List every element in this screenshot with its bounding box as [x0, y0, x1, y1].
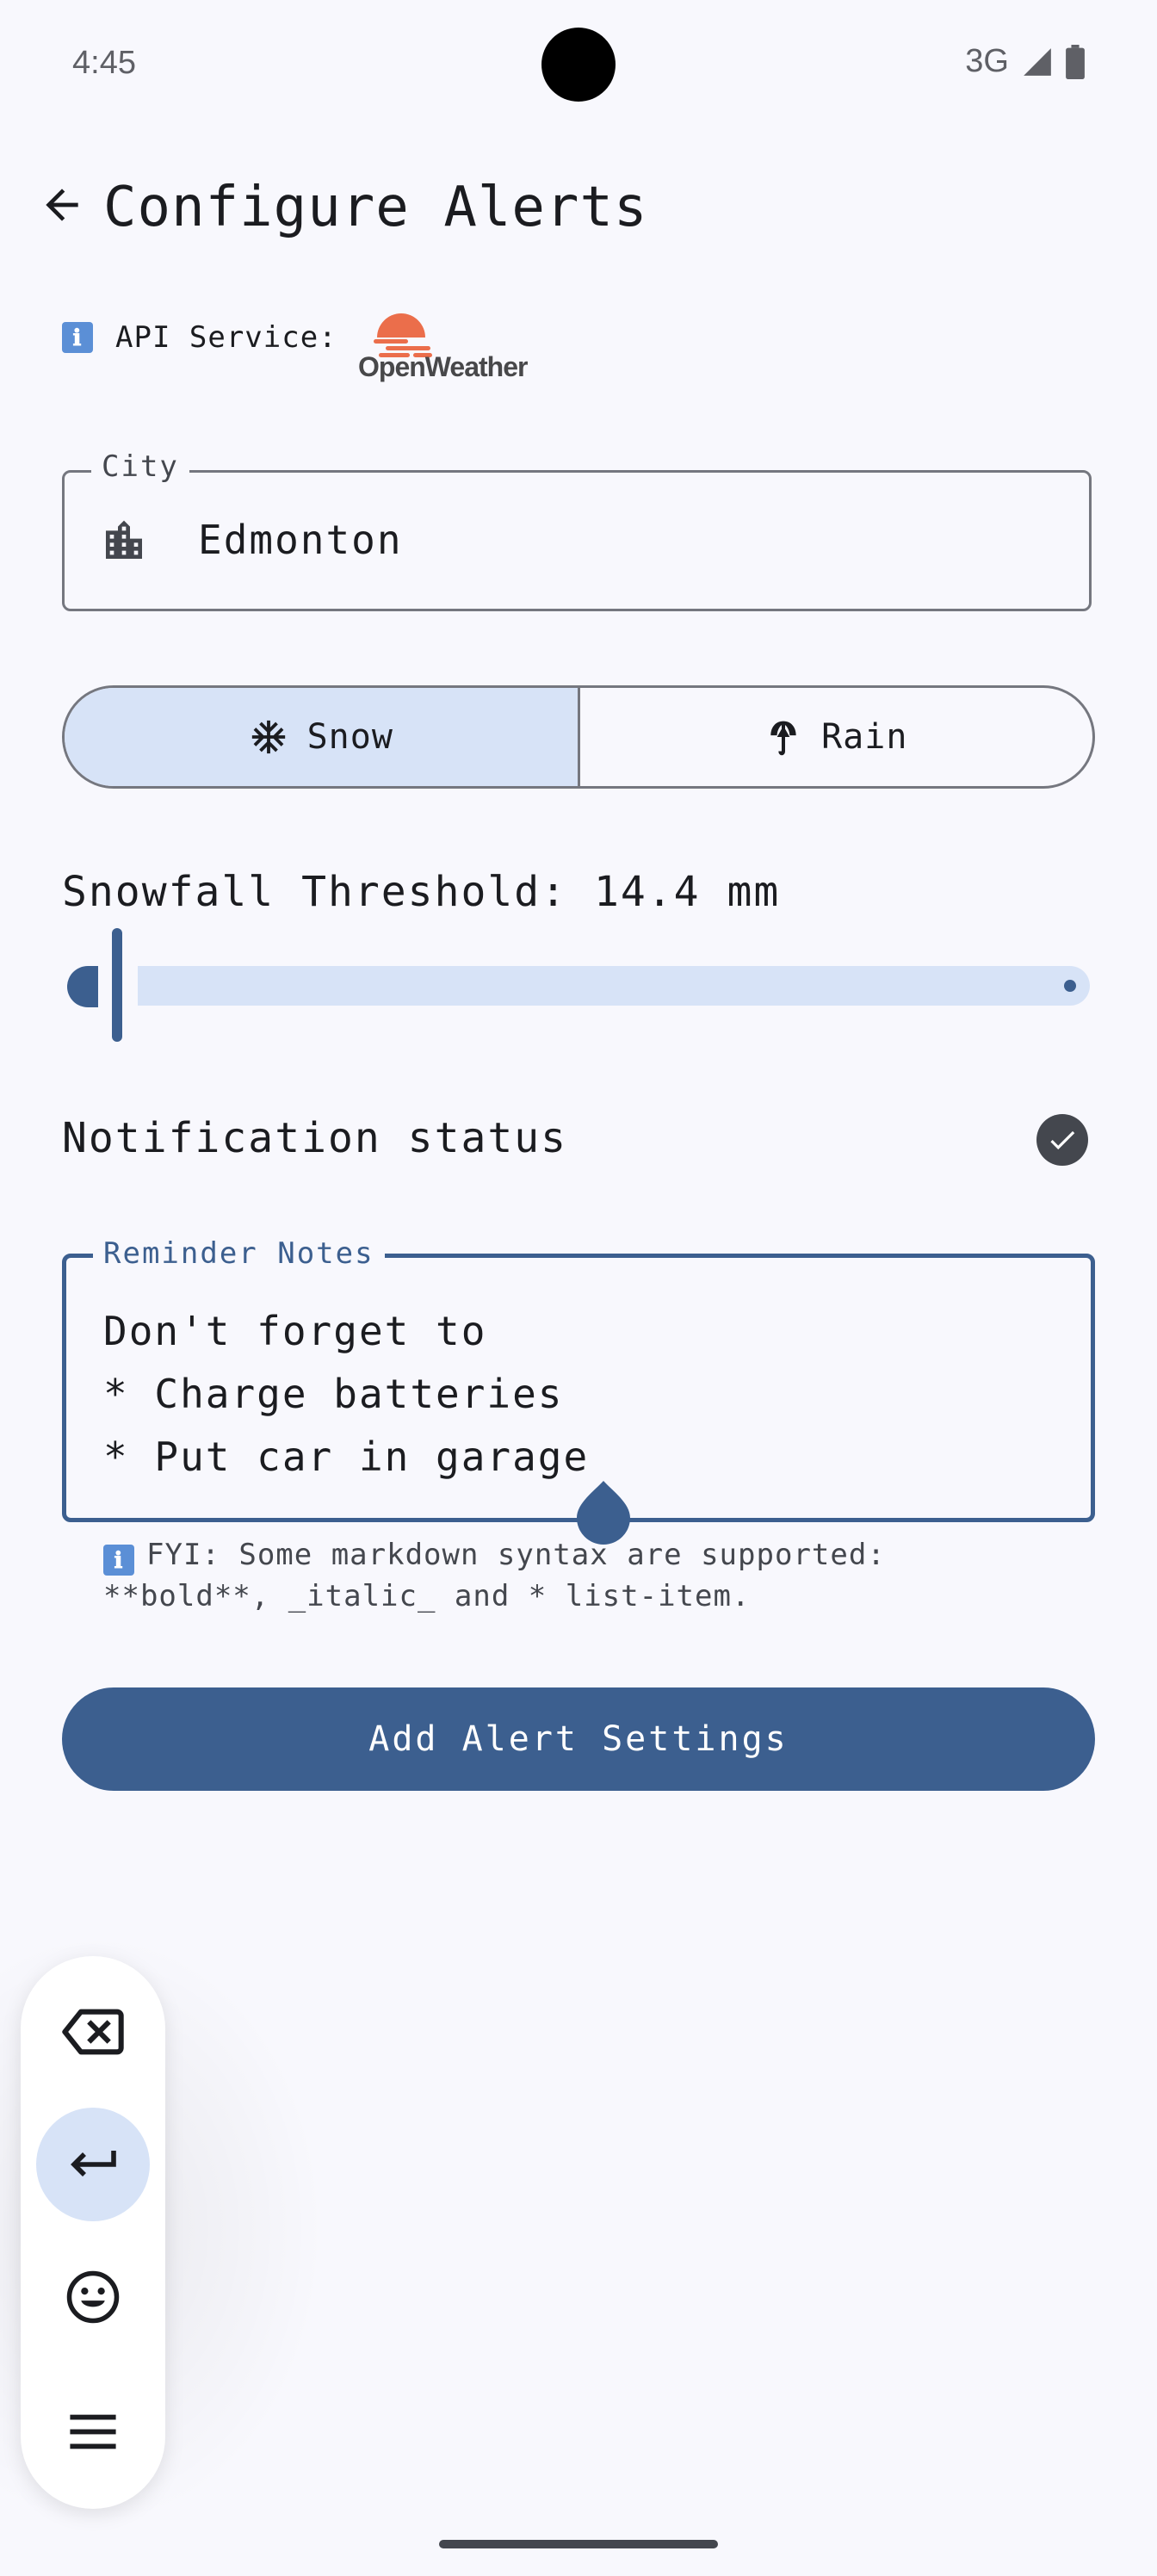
info-icon: ℹ — [103, 1545, 134, 1576]
menu-icon — [70, 2414, 116, 2449]
threshold-label: Snowfall Threshold: 14.4 mm — [62, 868, 781, 916]
checkmark-icon — [1050, 1130, 1075, 1150]
slider-inactive-track[interactable] — [138, 966, 1090, 1006]
home-indicator[interactable] — [439, 2540, 718, 2548]
openweather-logo-text: OpenWeather — [358, 351, 528, 382]
camera-cutout — [541, 28, 616, 102]
rain-segment-label: Rain — [821, 717, 908, 757]
umbrella-icon — [770, 718, 796, 756]
battery-icon — [1066, 44, 1085, 79]
markdown-hint: ℹ FYI: Some markdown syntax are supported… — [103, 1534, 1050, 1617]
openweather-logo: OpenWeather — [356, 303, 546, 389]
menu-button[interactable] — [36, 2375, 150, 2488]
info-icon: ℹ — [62, 322, 93, 353]
notification-status-label: Notification status — [62, 1114, 568, 1162]
backspace-button[interactable] — [36, 1975, 150, 2089]
city-input-value[interactable]: Edmonton — [198, 517, 403, 563]
rain-segment[interactable]: Rain — [580, 688, 1093, 786]
slider-active-track — [67, 966, 98, 1007]
snowflake-icon — [251, 720, 285, 754]
markdown-hint-text: FYI: Some markdown syntax are supported:… — [103, 1538, 886, 1613]
slider-thumb[interactable] — [112, 928, 122, 1042]
page-title: Configure Alerts — [103, 176, 648, 239]
arrow-left-icon — [46, 189, 78, 221]
city-field-label: City — [91, 449, 189, 484]
add-alert-settings-label: Add Alert Settings — [368, 1719, 789, 1759]
network-type: 3G — [965, 43, 1009, 79]
city-buildings-icon — [100, 517, 148, 565]
status-icons: 3G — [965, 43, 1085, 80]
reminder-notes-input[interactable]: Don't forget to * Charge batteries * Put… — [103, 1300, 589, 1489]
emoji-icon — [66, 2270, 120, 2324]
emoji-button[interactable] — [36, 2240, 150, 2354]
signal-icon — [1024, 47, 1051, 76]
enter-icon — [71, 2151, 116, 2177]
snow-segment-label: Snow — [306, 717, 393, 757]
backspace-icon — [62, 2009, 124, 2055]
weather-type-selector: Snow Rain — [62, 685, 1095, 789]
snow-segment[interactable]: Snow — [65, 688, 580, 786]
reminder-notes-label: Reminder Notes — [93, 1236, 385, 1271]
slider-stop-indicator — [1064, 980, 1076, 992]
back-button[interactable] — [34, 177, 90, 232]
api-service-label: API Service: — [115, 320, 337, 355]
notification-checkbox[interactable] — [1036, 1114, 1088, 1166]
enter-button[interactable] — [36, 2108, 150, 2221]
api-service-row: ℹ API Service: — [62, 320, 337, 355]
add-alert-settings-button[interactable]: Add Alert Settings — [62, 1687, 1095, 1791]
status-time: 4:45 — [72, 45, 136, 81]
